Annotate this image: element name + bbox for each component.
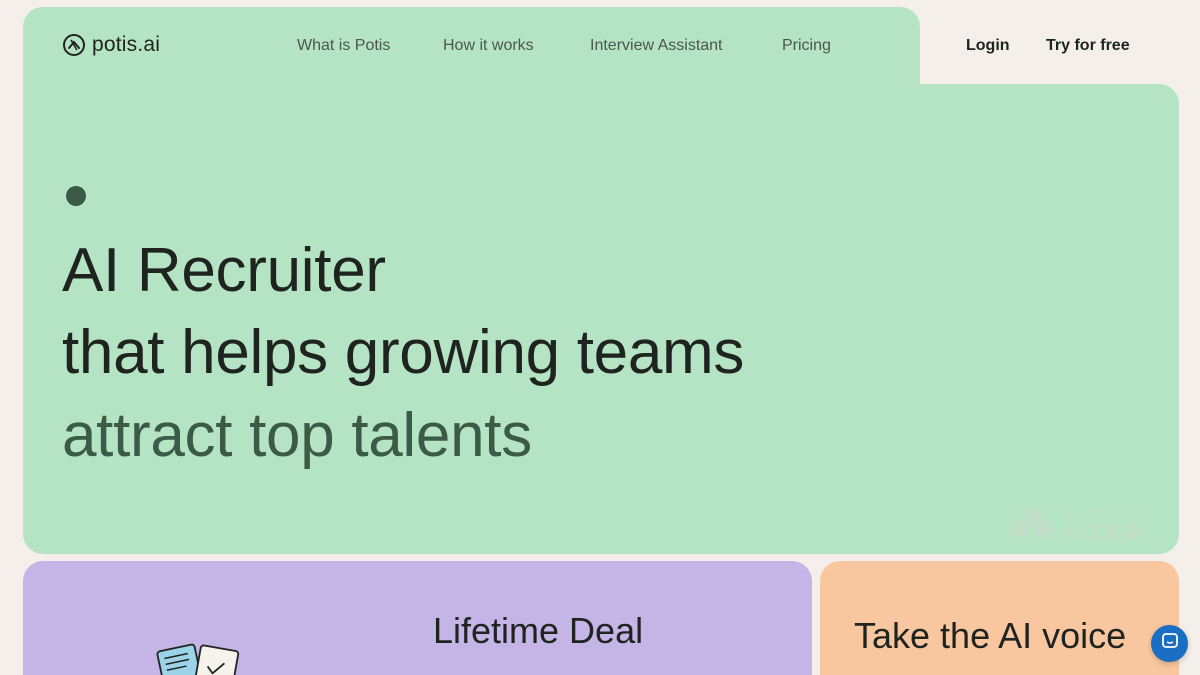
hero-headline-line2: that helps growing teams (62, 318, 745, 387)
watermark-domain: ai-bot.cn (1064, 505, 1149, 522)
lifetime-deal-title: Lifetime Deal (433, 610, 644, 651)
documents-illustration (152, 640, 247, 675)
watermark: ai-bot.cn AI工具集 (1006, 505, 1149, 544)
watermark-label: AI工具集 (1064, 521, 1144, 544)
watermark-logo-icon (1006, 505, 1056, 544)
potis-logo-icon (62, 33, 86, 57)
ai-voice-title: Take the AI voice (854, 615, 1127, 656)
chat-button[interactable] (1151, 625, 1188, 662)
nav-what-is-potis[interactable]: What is Potis (297, 37, 390, 55)
login-link[interactable]: Login (966, 37, 1010, 55)
hero-dot (66, 186, 86, 206)
brand-logo[interactable]: potis.ai (62, 33, 160, 57)
nav-pricing[interactable]: Pricing (782, 37, 831, 55)
brand-name: potis.ai (92, 33, 161, 56)
chat-icon (1161, 632, 1179, 655)
hero-headline-line3: attract top talents (62, 401, 532, 470)
hero-headline-line1: AI Recruiter (62, 236, 386, 305)
try-for-free-button[interactable]: Try for free (1046, 37, 1130, 55)
nav-how-it-works[interactable]: How it works (443, 37, 534, 55)
nav-interview-assistant[interactable]: Interview Assistant (590, 37, 723, 55)
lifetime-deal-card[interactable] (23, 561, 812, 675)
